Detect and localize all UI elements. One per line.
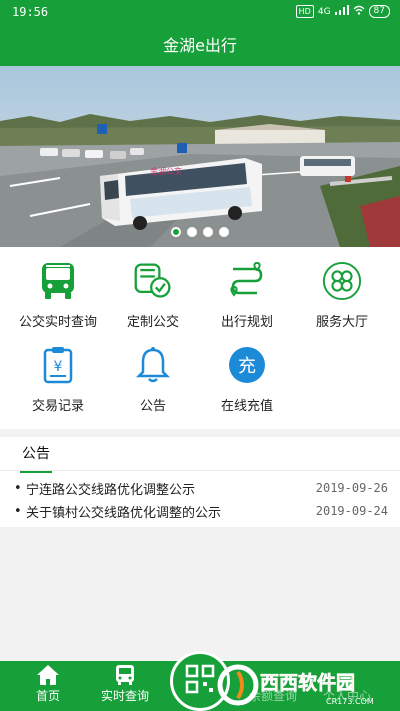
menu-label: 公告 — [139, 399, 166, 414]
hd-badge: HD — [295, 5, 314, 18]
recharge-icon-text: 充 — [238, 356, 256, 377]
custom-bus-icon — [133, 261, 173, 301]
watermark-url: CR173.COM — [326, 697, 374, 706]
status-bar: 19:56 HD 4G 87 — [0, 0, 400, 26]
app-title-bar: 金湖e出行 — [0, 26, 400, 66]
menu-item-transactions[interactable]: ¥ 交易记录 — [8, 345, 108, 414]
nav-home[interactable]: 首页 — [13, 663, 83, 704]
banner-image: 金湖公交 — [0, 66, 400, 247]
menu-item-bus-realtime[interactable]: 公交实时查询 — [8, 261, 108, 330]
menu-label: 在线充值 — [220, 399, 273, 414]
svg-text:¥: ¥ — [54, 359, 63, 375]
bus-icon — [38, 261, 78, 301]
announcement-header: 公告 — [20, 443, 52, 473]
nav-realtime[interactable]: 实时查询 — [90, 663, 160, 704]
status-time: 19:56 — [12, 5, 49, 19]
site-watermark: 西西软件园 CR173.COM — [217, 664, 374, 706]
watermark-brand: 西西软件园 — [260, 671, 355, 694]
qr-scan-icon — [185, 664, 215, 698]
announcement-text: 宁连路公交线路优化调整公示 — [26, 482, 196, 498]
menu-item-custom-bus[interactable]: 定制公交 — [103, 261, 203, 330]
carousel-dot-3[interactable] — [203, 227, 213, 237]
banner-carousel[interactable]: 金湖公交 — [0, 66, 400, 247]
bell-icon — [133, 345, 173, 385]
route-plan-icon — [227, 261, 267, 301]
battery-indicator: 87 — [368, 5, 390, 18]
announcement-item[interactable]: • 关于镇村公交线路优化调整的公示 2019-09-24 — [14, 500, 388, 522]
bullet: • — [14, 503, 22, 519]
announcement-title: 公告 — [22, 446, 50, 462]
carousel-dot-4[interactable] — [219, 227, 229, 237]
signal-icon — [334, 5, 349, 18]
announcement-date: 2019-09-24 — [315, 504, 388, 518]
wifi-icon — [353, 5, 365, 18]
menu-grid: 公交实时查询 定制公交 出行规划 服务大厅 ¥ 交易记录 公告 充 在线充值 — [0, 247, 400, 429]
status-indicators: HD 4G 87 — [295, 5, 390, 18]
menu-item-service-hall[interactable]: 服务大厅 — [292, 261, 392, 330]
receipt-icon: ¥ — [38, 345, 78, 385]
bus-side-text: 金湖公交 — [150, 166, 182, 176]
menu-item-recharge[interactable]: 充 在线充值 — [197, 345, 297, 414]
bus-icon — [112, 663, 138, 687]
nav-label: 首页 — [35, 689, 60, 703]
menu-label: 定制公交 — [126, 315, 179, 330]
menu-label: 公交实时查询 — [18, 315, 97, 330]
menu-label: 出行规划 — [220, 315, 273, 330]
page-title: 金湖e出行 — [163, 36, 237, 55]
menu-item-route-plan[interactable]: 出行规划 — [197, 261, 297, 330]
announcement-item[interactable]: • 宁连路公交线路优化调整公示 2019-09-26 — [14, 477, 388, 499]
divider — [0, 470, 400, 471]
clover-icon — [322, 261, 362, 301]
carousel-dot-1[interactable] — [171, 227, 181, 237]
network-label: 4G — [317, 6, 331, 17]
carousel-indicator — [0, 227, 400, 237]
menu-item-announcements[interactable]: 公告 — [103, 345, 203, 414]
menu-label: 交易记录 — [31, 399, 84, 414]
carousel-dot-2[interactable] — [187, 227, 197, 237]
nav-label: 实时查询 — [100, 689, 149, 703]
menu-label: 服务大厅 — [315, 315, 368, 330]
announcement-panel: 公告 • 宁连路公交线路优化调整公示 2019-09-26 • 关于镇村公交线路… — [0, 437, 400, 527]
announcement-date: 2019-09-26 — [315, 481, 388, 495]
home-icon — [35, 663, 61, 687]
bullet: • — [14, 480, 22, 496]
recharge-icon: 充 — [227, 345, 267, 385]
announcement-title-underline — [20, 471, 52, 473]
announcement-text: 关于镇村公交线路优化调整的公示 — [26, 505, 222, 521]
